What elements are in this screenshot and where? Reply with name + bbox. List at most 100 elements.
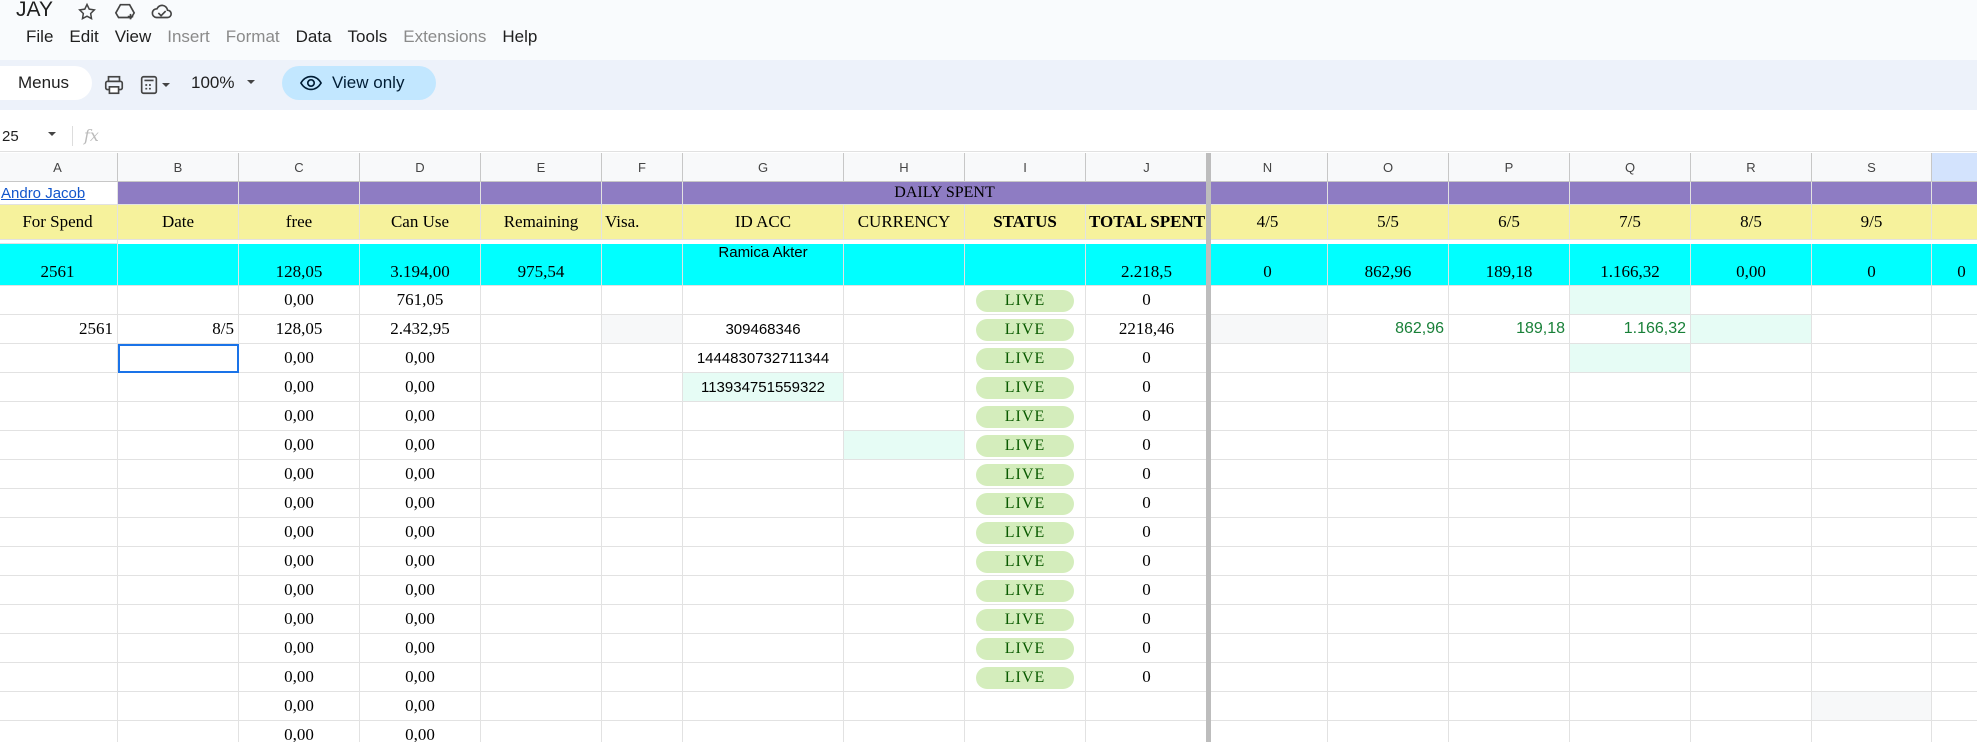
cell-q-row1[interactable] (1570, 286, 1691, 315)
column-header-c[interactable]: C (239, 153, 360, 182)
cell-e-row3[interactable] (481, 344, 602, 373)
cell-c-row3[interactable]: 0,00 (239, 344, 360, 373)
summary-cell-q[interactable]: 1.166,32 (1570, 244, 1691, 286)
cell-o-row10[interactable] (1328, 547, 1449, 576)
cell-r-row3[interactable] (1691, 344, 1812, 373)
cell-t-row11[interactable] (1932, 576, 1977, 605)
cell-e-row6[interactable] (481, 431, 602, 460)
cell-o-row15[interactable] (1328, 692, 1449, 721)
header-cell-o[interactable]: 5/5 (1328, 205, 1449, 240)
cell-r-row10[interactable] (1691, 547, 1812, 576)
summary-cell-g[interactable]: Ramica Akter (683, 244, 844, 286)
cell-e-row14[interactable] (481, 663, 602, 692)
cell-c-row11[interactable]: 0,00 (239, 576, 360, 605)
cell-f-row2[interactable] (602, 315, 683, 344)
cell-f-row9[interactable] (602, 518, 683, 547)
cell-a-row4[interactable] (0, 373, 118, 402)
cell-h-row1[interactable] (844, 286, 965, 315)
cell-o-row6[interactable] (1328, 431, 1449, 460)
cell-n-row15[interactable] (1208, 692, 1328, 721)
status-chip-live[interactable]: LIVE (976, 493, 1074, 515)
banner-cell[interactable] (1208, 182, 1328, 205)
cell-q-row16[interactable] (1570, 721, 1691, 742)
cell-c-row16[interactable]: 0,00 (239, 721, 360, 742)
summary-cell-c[interactable]: 128,05 (239, 244, 360, 286)
cell-n-row4[interactable] (1208, 373, 1328, 402)
cell-q-row2[interactable]: 1.166,32 (1570, 315, 1691, 344)
cell-q-row7[interactable] (1570, 460, 1691, 489)
header-cell-b[interactable]: Date (118, 205, 239, 240)
cell-p-row10[interactable] (1449, 547, 1570, 576)
summary-cell-d[interactable]: 3.194,00 (360, 244, 481, 286)
cell-a-row9[interactable] (0, 518, 118, 547)
summary-cell-b[interactable] (118, 244, 239, 286)
cell-r-row8[interactable] (1691, 489, 1812, 518)
cell-s-row7[interactable] (1812, 460, 1932, 489)
cell-f-row6[interactable] (602, 431, 683, 460)
cell-j-row7[interactable]: 0 (1086, 460, 1208, 489)
cell-b-row8[interactable] (118, 489, 239, 518)
cell-j-row1[interactable]: 0 (1086, 286, 1208, 315)
column-header-g[interactable]: G (683, 153, 844, 182)
cell-r-row16[interactable] (1691, 721, 1812, 742)
cell-r-row13[interactable] (1691, 634, 1812, 663)
spreadsheet-grid[interactable]: A B C D E F G H I J N O P Q R S Andro Jacob DAILY SPENT Fo… (0, 153, 1977, 742)
banner-cell[interactable] (481, 182, 602, 205)
calculator-dropdown-icon[interactable] (138, 73, 172, 97)
cell-b-row1[interactable] (118, 286, 239, 315)
cell-p-row16[interactable] (1449, 721, 1570, 742)
cell-j-row12[interactable]: 0 (1086, 605, 1208, 634)
banner-cell[interactable] (360, 182, 481, 205)
cell-q-row9[interactable] (1570, 518, 1691, 547)
cell-h-row11[interactable] (844, 576, 965, 605)
cell-b-row14[interactable] (118, 663, 239, 692)
cell-s-row13[interactable] (1812, 634, 1932, 663)
cell-q-row5[interactable] (1570, 402, 1691, 431)
cell-c-row8[interactable]: 0,00 (239, 489, 360, 518)
cell-r-row7[interactable] (1691, 460, 1812, 489)
cell-a-row8[interactable] (0, 489, 118, 518)
column-header-b[interactable]: B (118, 153, 239, 182)
cell-s-row12[interactable] (1812, 605, 1932, 634)
cell-h-row10[interactable] (844, 547, 965, 576)
cell-c-row15[interactable]: 0,00 (239, 692, 360, 721)
header-cell-f[interactable]: Visa. (602, 205, 683, 240)
column-header-h[interactable]: H (844, 153, 965, 182)
cell-n-row13[interactable] (1208, 634, 1328, 663)
cell-a-row15[interactable] (0, 692, 118, 721)
header-cell-p[interactable]: 6/5 (1449, 205, 1570, 240)
cell-f-row5[interactable] (602, 402, 683, 431)
header-cell-e[interactable]: Remaining (481, 205, 602, 240)
cell-p-row9[interactable] (1449, 518, 1570, 547)
cell-s-row5[interactable] (1812, 402, 1932, 431)
summary-cell-a[interactable]: 2561 (0, 244, 118, 286)
summary-cell-r[interactable]: 0,00 (1691, 244, 1812, 286)
owner-link[interactable]: Andro Jacob (0, 182, 118, 205)
header-cell-i[interactable]: STATUS (965, 205, 1086, 240)
header-cell-a[interactable]: For Spend (0, 205, 118, 240)
cell-c-row2[interactable]: 128,05 (239, 315, 360, 344)
cell-d-row10[interactable]: 0,00 (360, 547, 481, 576)
cell-f-row3[interactable] (602, 344, 683, 373)
cell-f-row13[interactable] (602, 634, 683, 663)
cell-n-row10[interactable] (1208, 547, 1328, 576)
move-to-drive-icon[interactable] (113, 0, 137, 24)
cell-o-row12[interactable] (1328, 605, 1449, 634)
cell-d-row8[interactable]: 0,00 (360, 489, 481, 518)
column-header-n[interactable]: N (1208, 153, 1328, 182)
cell-g-row14[interactable] (683, 663, 844, 692)
cell-t-row5[interactable] (1932, 402, 1977, 431)
cell-b-row10[interactable] (118, 547, 239, 576)
cell-b-row16[interactable] (118, 721, 239, 742)
cell-d-row7[interactable]: 0,00 (360, 460, 481, 489)
cell-s-row2[interactable] (1812, 315, 1932, 344)
frozen-column-divider[interactable] (1206, 153, 1211, 742)
cell-p-row7[interactable] (1449, 460, 1570, 489)
cell-r-row6[interactable] (1691, 431, 1812, 460)
cell-e-row9[interactable] (481, 518, 602, 547)
cell-n-row1[interactable] (1208, 286, 1328, 315)
cell-j-row2[interactable]: 2218,46 (1086, 315, 1208, 344)
column-header-p[interactable]: P (1449, 153, 1570, 182)
cell-d-row13[interactable]: 0,00 (360, 634, 481, 663)
cell-c-row13[interactable]: 0,00 (239, 634, 360, 663)
